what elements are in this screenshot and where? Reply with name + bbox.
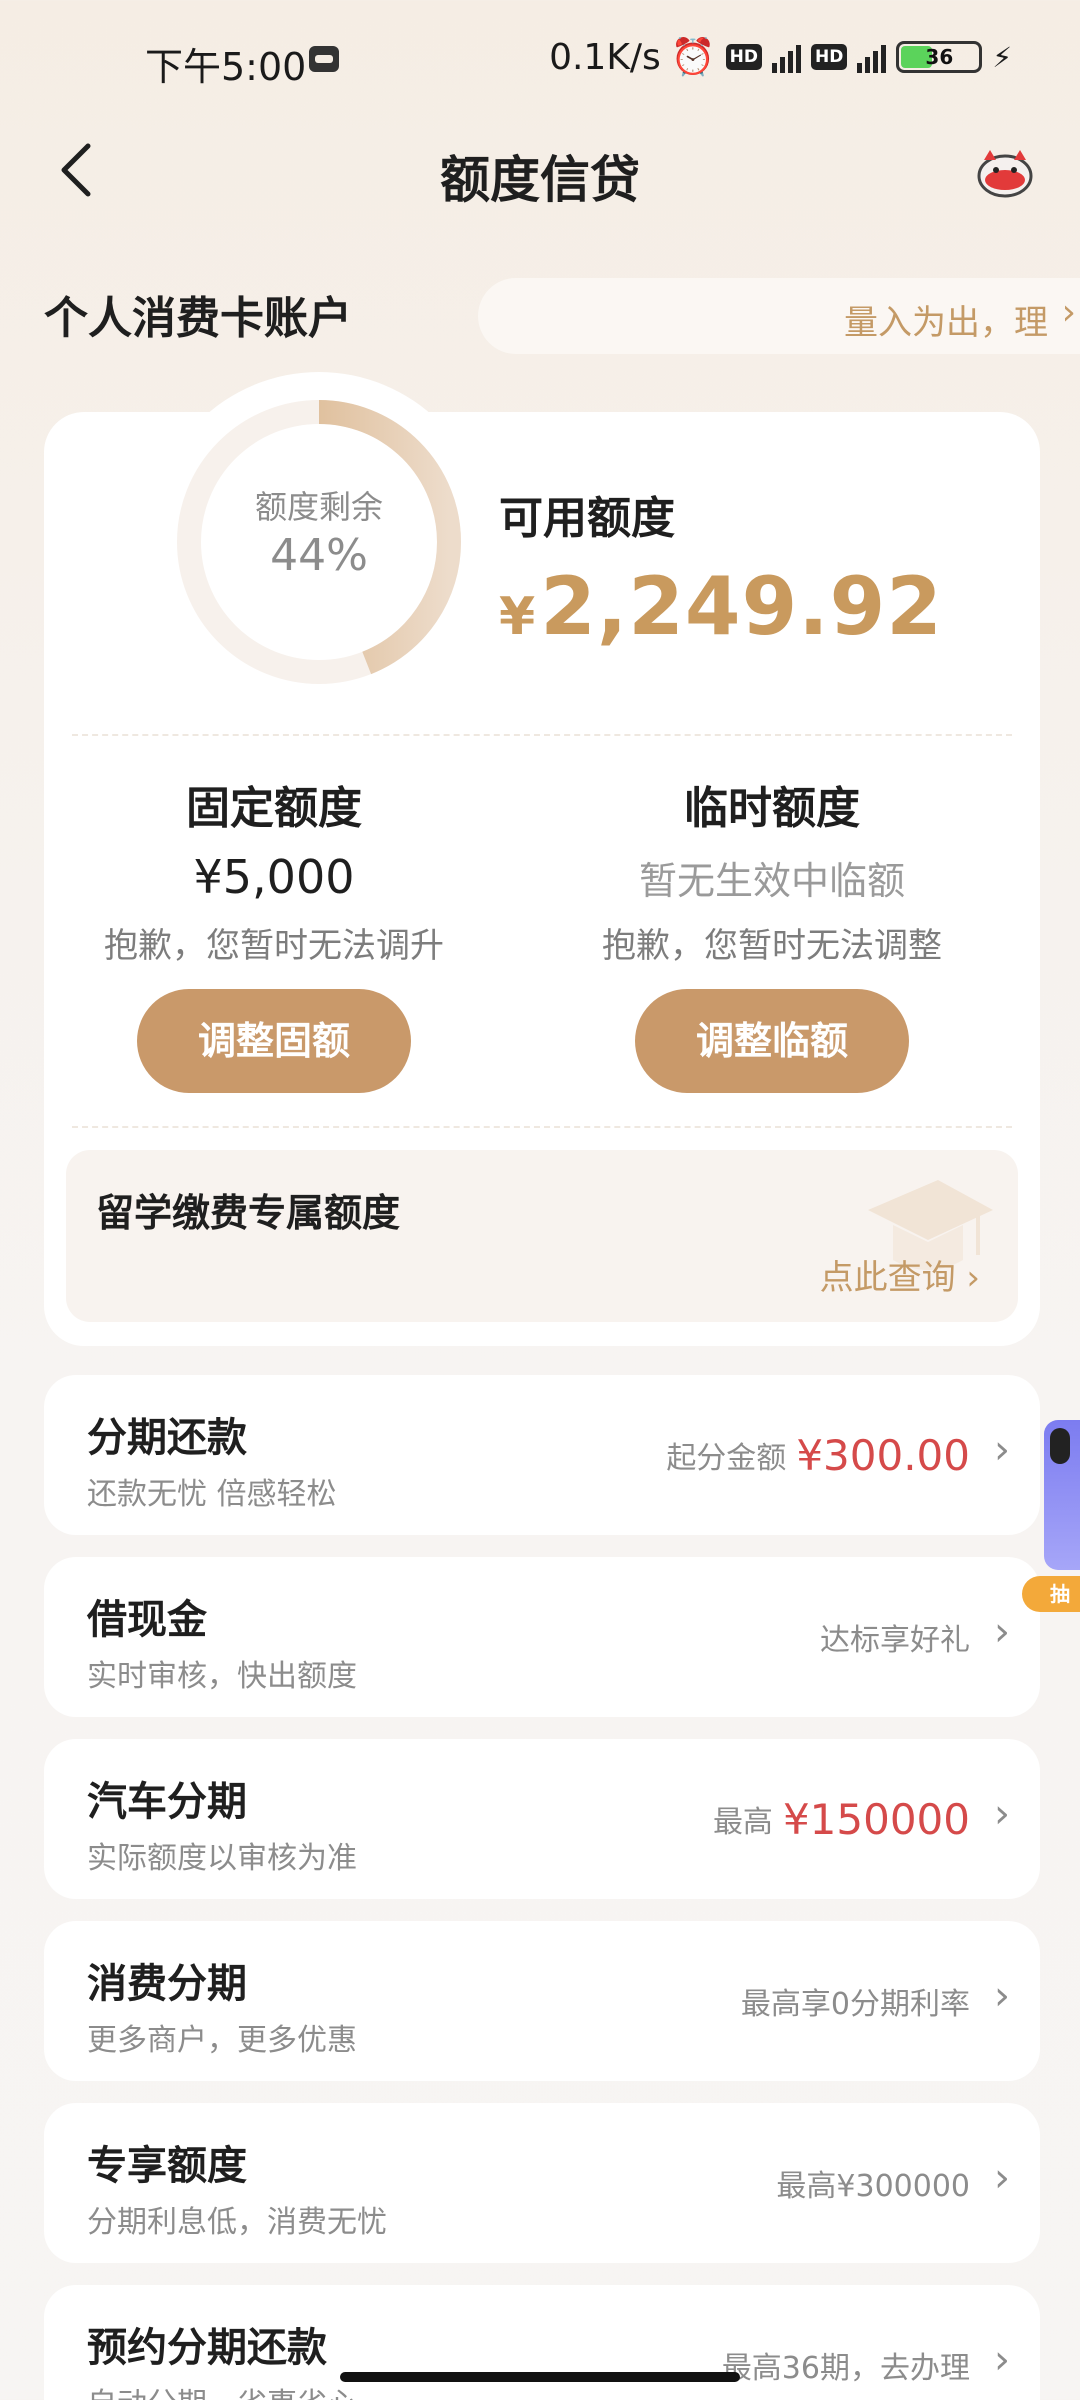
credit-card: 额度剩余 44% 可用额度 ¥2,249.92 固定额度 ¥5,000 抱歉，您…: [44, 372, 1040, 1346]
ring-label: 额度剩余: [254, 488, 383, 526]
battery-level: 36: [925, 45, 954, 69]
ring-percent: 44%: [270, 530, 368, 581]
chevron-right-icon: ›: [994, 1427, 1010, 1473]
item-right-info: 起分金额 ¥300.00: [666, 1375, 970, 1535]
list-item-exclusive-credit[interactable]: 专享额度 分期利息低，消费无忧 最高¥300000 ›: [44, 2103, 1040, 2263]
chevron-right-icon: ›: [994, 2155, 1010, 2201]
fixed-credit-title: 固定额度: [186, 783, 362, 834]
lottery-tag[interactable]: 抽奖: [1022, 1576, 1080, 1612]
item-subtitle: 实时审核，快出额度: [87, 1659, 357, 1694]
alarm-icon: ⏰: [670, 37, 716, 78]
hd-badge: HD: [725, 44, 762, 70]
hd-badge-2: HD: [810, 44, 848, 70]
item-subtitle: 分期利息低，消费无忧: [87, 2205, 387, 2240]
network-speed: 0.1K/s: [549, 36, 661, 78]
battery-icon: 36: [896, 41, 983, 73]
item-subtitle: 自动分期，省事省心: [87, 2379, 357, 2400]
chevron-right-icon: ›: [994, 1791, 1010, 1837]
chevron-right-icon: ›: [994, 2337, 1010, 2383]
currency-symbol: ¥: [499, 587, 537, 647]
account-title: 个人消费卡账户: [44, 293, 352, 344]
item-right-info: 最高¥300000: [776, 2103, 970, 2263]
item-right-label: 达标享好礼: [820, 1623, 970, 1658]
item-right-value: ¥150000: [782, 1794, 970, 1844]
chevron-right-icon: ›: [1061, 292, 1076, 333]
item-title: 专享额度: [87, 2143, 247, 2189]
fixed-credit-note: 抱歉，您暂时无法调升: [104, 926, 444, 966]
list-item-car-installment[interactable]: 汽车分期 实际额度以审核为准 最高 ¥150000 ›: [44, 1739, 1040, 1899]
item-title: 借现金: [87, 1597, 207, 1643]
list-item-consumer-installment[interactable]: 消费分期 更多商户，更多优惠 最高享0分期利率 ›: [44, 1921, 1040, 2081]
adjust-fixed-button[interactable]: 调整固额: [137, 989, 411, 1093]
item-title: 消费分期: [87, 1961, 247, 2007]
page-title: 额度信贷: [440, 151, 640, 209]
header: 额度信贷: [0, 120, 1080, 220]
chevron-right-icon: ›: [994, 1973, 1010, 2019]
list-item-installment-repayment[interactable]: 分期还款 还款无忧 倍感轻松 起分金额 ¥300.00 ›: [44, 1375, 1040, 1535]
credit-ring: 额度剩余 44%: [149, 372, 489, 712]
temp-credit-value: 暂无生效中临额: [638, 859, 905, 903]
list-item-cash-loan[interactable]: 借现金 实时审核，快出额度 达标享好礼 ›: [44, 1557, 1040, 1717]
study-abroad-credit[interactable]: 留学缴费专属额度 点此查询 ›: [66, 1150, 1018, 1322]
chevron-right-icon: ›: [994, 1609, 1010, 1655]
item-right-label: 最高: [712, 1805, 773, 1840]
temp-credit-section: 临时额度 暂无生效中临额 抱歉，您暂时无法调整 调整临额: [562, 772, 982, 1093]
query-link[interactable]: 点此查询 ›: [820, 1250, 980, 1299]
item-subtitle: 还款无忧 倍感轻松: [87, 1477, 337, 1512]
charging-icon: ⚡: [992, 40, 1012, 74]
item-subtitle: 实际额度以审核为准: [87, 1841, 357, 1876]
status-indicators: 0.1K/s ⏰ HD HD 36 ⚡: [549, 36, 1012, 79]
item-title: 分期还款: [87, 1415, 247, 1461]
status-time: 下午5:00: [145, 45, 307, 89]
available-credit-amount: ¥2,249.92: [499, 560, 943, 653]
available-amount-value: 2,249.92: [540, 560, 943, 653]
item-right-label: 最高享0分期利率: [740, 1987, 970, 2022]
status-bar: 下午5:00 0.1K/s ⏰ HD HD 36 ⚡: [0, 0, 1080, 120]
fixed-credit-section: 固定额度 ¥5,000 抱歉，您暂时无法调升 调整固额: [64, 772, 484, 1093]
slogan-text: 量入为出，理: [844, 303, 1048, 343]
study-credit-title: 留学缴费专属额度: [96, 1191, 401, 1235]
query-link-label: 点此查询: [819, 1258, 956, 1298]
signal-icon-2: [857, 41, 887, 73]
divider: [72, 734, 1012, 736]
item-right-label: 最高36期，去办理: [721, 2351, 970, 2386]
chevron-right-icon: ›: [966, 1258, 980, 1298]
adjust-temp-button[interactable]: 调整临额: [635, 989, 909, 1093]
home-indicator[interactable]: [340, 2372, 740, 2382]
robot-icon: [309, 46, 339, 72]
item-right-info: 最高享0分期利率: [741, 1921, 970, 2081]
signal-icon: [771, 41, 801, 73]
item-title: 汽车分期: [87, 1779, 247, 1825]
item-right-value: ¥300.00: [796, 1430, 970, 1480]
fixed-credit-value: ¥5,000: [193, 850, 355, 904]
item-right-info: 达标享好礼: [820, 1557, 970, 1717]
slogan-banner[interactable]: 量入为出，理 ›: [478, 278, 1080, 354]
item-right-label: 最高¥300000: [776, 2169, 970, 2204]
temp-credit-note: 抱歉，您暂时无法调整: [602, 926, 942, 966]
camera-icon: [1050, 1428, 1070, 1464]
available-credit-label: 可用额度: [499, 493, 675, 544]
item-subtitle: 更多商户，更多优惠: [87, 2023, 357, 2058]
item-right-info: 最高 ¥150000: [713, 1739, 970, 1899]
floating-promo[interactable]: [1042, 1420, 1080, 1570]
item-right-label: 起分金额: [666, 1441, 787, 1476]
list-item-scheduled-installment[interactable]: 预约分期还款 自动分期，省事省心 最高36期，去办理 ›: [44, 2285, 1040, 2400]
temp-credit-title: 临时额度: [684, 783, 860, 834]
mascot-icon[interactable]: [970, 142, 1040, 202]
item-title: 预约分期还款: [87, 2325, 327, 2371]
divider-2: [72, 1126, 1012, 1128]
item-right-info: 最高36期，去办理: [722, 2285, 970, 2400]
